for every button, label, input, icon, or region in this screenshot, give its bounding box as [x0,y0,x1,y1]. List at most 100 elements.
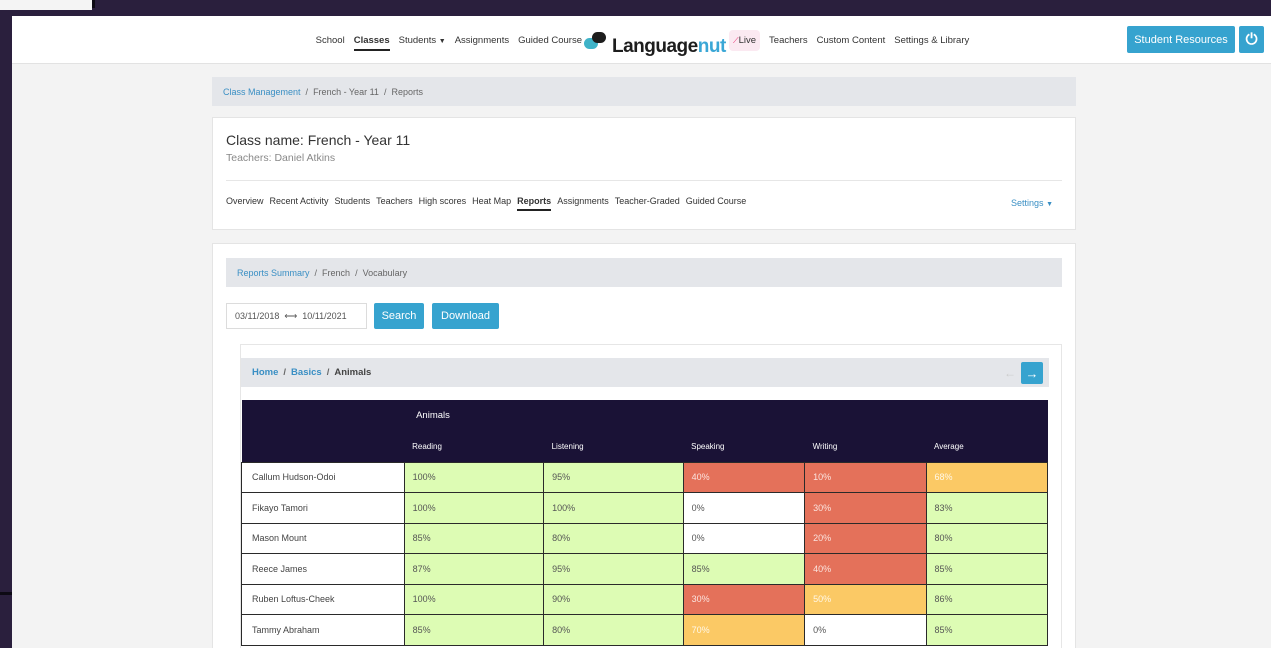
score-cell: 30% [682,583,806,615]
breadcrumb-page: Reports [391,86,423,97]
breadcrumb-separator: / [326,367,330,378]
desktop-divider [92,0,95,8]
breadcrumb-separator: / [383,86,387,97]
score-cell: 50% [804,583,927,615]
student-name-cell[interactable]: Reece James [241,553,405,585]
breadcrumb-section: Vocabulary [362,267,408,278]
tab-reports[interactable]: Reports [517,196,552,211]
score-cell: 10% [804,461,927,493]
logo-text: Languagenut [612,36,726,57]
desktop-divider [0,592,12,595]
student-name-cell[interactable]: Tammy Abraham [241,614,405,646]
score-cell: 90% [543,583,684,615]
languagenut-logo[interactable]: Languagenut [584,22,726,58]
nav-live[interactable]: ⟋Live [729,29,761,51]
student-resources-button[interactable]: Student Resources [1127,26,1235,53]
arrow-right-icon[interactable]: → [1021,362,1043,384]
reports-breadcrumb: Reports Summary / French / Vocabulary [226,258,1062,287]
top-nav: School Classes Students ▼ Assignments Gu… [12,16,1271,64]
tab-teacher-graded[interactable]: Teacher-Graded [615,196,680,211]
score-cell: 85% [403,614,545,646]
table-row: Ruben Loftus-Cheek 100% 90% 30% 50% 86% [241,583,1048,615]
breadcrumb-class-management[interactable]: Class Management [223,87,301,97]
tab-high-scores[interactable]: High scores [419,196,467,211]
class-tabs: Overview Recent Activity Students Teache… [226,196,746,211]
breadcrumb-class: French - Year 11 [313,86,379,97]
score-cell: 95% [543,461,684,493]
breadcrumb-current: Animals [334,367,372,378]
table-row: Fikayo Tamori 100% 100% 0% 30% 83% [241,492,1048,524]
nav-custom-content[interactable]: Custom Content [817,35,886,46]
score-cell: 85% [403,522,545,554]
column-header-writing: Writing [804,431,926,462]
table-corner [241,400,405,431]
class-name: Class name: French - Year 11 [226,132,411,148]
score-cell: 80% [925,522,1048,554]
search-button[interactable]: Search [374,303,424,329]
student-name-cell[interactable]: Mason Mount [241,522,405,554]
app-window: School Classes Students ▼ Assignments Gu… [12,16,1271,648]
breadcrumb-separator: / [314,267,318,278]
settings-dropdown[interactable]: Settings ▼ [1011,198,1053,208]
nav-guided-course[interactable]: Guided Course [518,35,582,46]
score-cell: 95% [543,553,684,585]
tab-overview[interactable]: Overview [226,196,264,211]
date-to: 10/11/2021 [302,311,347,321]
score-cell: 85% [925,553,1048,585]
score-cell: 86% [925,583,1048,615]
score-cell: 100% [543,492,684,524]
breadcrumb-separator: / [283,367,287,378]
score-cell: 0% [682,492,806,524]
score-cell: 87% [403,553,545,585]
tab-students[interactable]: Students [335,196,371,211]
column-header-average: Average [926,431,1048,462]
student-name-cell[interactable]: Callum Hudson-Odoi [241,461,405,493]
table-body: Callum Hudson-Odoi 100% 95% 40% 10% 68% Fikayo… [241,461,1048,646]
nav-classes[interactable]: Classes [353,35,390,51]
nav-left-group: School Classes Students ▼ Assignments Gu… [316,16,582,64]
speech-bubbles-icon [584,32,610,58]
table-corner [241,431,405,462]
score-cell: 100% [403,492,545,524]
breadcrumb: Class Management / French - Year 11 / Re… [212,77,1076,106]
nav-teachers[interactable]: Teachers [769,35,808,46]
nav-assignments[interactable]: Assignments [455,35,509,46]
score-cell: 20% [804,522,927,554]
tab-heat-map[interactable]: Heat Map [472,196,511,211]
column-header-speaking: Speaking [683,431,805,462]
tab-assignments[interactable]: Assignments [557,196,609,211]
score-cell: 80% [543,522,684,554]
column-header-reading: Reading [404,431,544,462]
nav-live-label: Live [738,34,757,46]
score-cell: 83% [925,492,1048,524]
date-from: 03/11/2018 [235,311,280,321]
student-name-cell[interactable]: Ruben Loftus-Cheek [241,583,405,615]
tab-guided-course[interactable]: Guided Course [686,196,747,211]
logout-power-icon[interactable]: ⏻ [1239,26,1264,53]
tab-teachers[interactable]: Teachers [376,196,413,211]
caret-down-icon: ▼ [1046,201,1053,208]
student-name-cell[interactable]: Fikayo Tamori [241,492,405,524]
arrow-left-icon[interactable]: ← [1001,363,1019,383]
breadcrumb-basics[interactable]: Basics [291,367,322,378]
breadcrumb-home[interactable]: Home [252,367,278,378]
score-cell: 0% [804,614,927,646]
report-table: Animals Reading Listening Speaking Writi… [241,400,1048,646]
class-teachers: Teachers: Daniel Atkins [226,152,336,164]
score-cell: 80% [543,614,684,646]
score-cell: 100% [403,583,545,615]
nav-settings-library[interactable]: Settings & Library [894,35,969,46]
topic-breadcrumb: Home / Basics / Animals [241,358,1049,387]
tab-recent-activity[interactable]: Recent Activity [270,196,329,211]
breadcrumb-separator: / [355,267,358,278]
score-cell: 100% [403,461,545,493]
table-group-header: Animals [404,400,1048,431]
breadcrumb-reports-summary[interactable]: Reports Summary [237,268,310,278]
nav-students[interactable]: Students ▼ [399,35,446,46]
report-panel: Home / Basics / Animals ← → Animals Read… [240,344,1062,648]
nav-right-group: ⟋Live Teachers Custom Content Settings &… [729,16,969,64]
date-range-input[interactable]: 03/11/2018 ⟷ 10/11/2021 [226,303,367,329]
breadcrumb-separator: / [305,86,309,97]
nav-school[interactable]: School [316,35,345,46]
download-button[interactable]: Download [432,303,499,329]
